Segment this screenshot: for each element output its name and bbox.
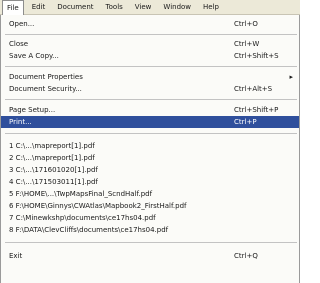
menu-separator: [5, 34, 297, 35]
document-security-label: Document Security...: [9, 85, 82, 93]
save-copy-label: Save A Copy...: [9, 52, 59, 60]
close-label: Close: [9, 40, 29, 48]
page-setup-menu-item[interactable]: Page Setup... Ctrl+Shift+P: [1, 104, 299, 116]
recent-file-item[interactable]: 7 C:\Minewkshp\documents\ce17hs04.pdf: [1, 212, 299, 224]
page-setup-label: Page Setup...: [9, 106, 56, 114]
document-security-menu-item[interactable]: Document Security... Ctrl+Alt+S: [1, 83, 299, 95]
recent-file-label: 2 C:\...\mapreport[1].pdf: [9, 154, 95, 162]
print-menu-item[interactable]: Print... Ctrl+P: [1, 116, 299, 128]
recent-file-label: 7 C:\Minewkshp\documents\ce17hs04.pdf: [9, 214, 156, 222]
open-label: Open...: [9, 20, 35, 28]
recent-file-item[interactable]: 6 F:\HOME\Ginnys\CWAtlas\Mapbook2_FirstH…: [1, 200, 299, 212]
document-properties-menu-item[interactable]: Document Properties ▸: [1, 71, 299, 83]
open-menu-item[interactable]: Open... Ctrl+O: [1, 18, 299, 30]
recent-file-label: 3 C:\...\171601020[1].pdf: [9, 166, 98, 174]
exit-shortcut: Ctrl+Q: [234, 252, 258, 260]
recent-file-item[interactable]: 3 C:\...\171601020[1].pdf: [1, 164, 299, 176]
file-menu-dropdown: Open... Ctrl+O Close Ctrl+W Save A Copy.…: [0, 15, 300, 283]
recent-file-item[interactable]: 1 C:\...\mapreport[1].pdf: [1, 140, 299, 152]
document-security-shortcut: Ctrl+Alt+S: [234, 85, 273, 93]
menu-view[interactable]: View: [131, 0, 156, 14]
recent-file-label: 8 F:\DATA\ClevCliffs\documents\ce17hs04.…: [9, 226, 169, 234]
menu-help[interactable]: Help: [199, 0, 223, 14]
print-label: Print...: [9, 118, 32, 126]
close-shortcut: Ctrl+W: [234, 40, 260, 48]
menu-tools[interactable]: Tools: [102, 0, 127, 14]
exit-label: Exit: [9, 252, 23, 260]
open-shortcut: Ctrl+O: [234, 20, 258, 28]
menu-edit[interactable]: Edit: [28, 0, 50, 14]
recent-file-item[interactable]: 5 F:\HOME\...\TwpMapsFinal_ScndHalf.pdf: [1, 188, 299, 200]
page-setup-shortcut: Ctrl+Shift+P: [234, 106, 279, 114]
recent-file-label: 6 F:\HOME\Ginnys\CWAtlas\Mapbook2_FirstH…: [9, 202, 187, 210]
menu-window[interactable]: Window: [159, 0, 195, 14]
recent-file-item[interactable]: 4 C:\...\171503011[1].pdf: [1, 176, 299, 188]
recent-file-item[interactable]: 8 F:\DATA\ClevCliffs\documents\ce17hs04.…: [1, 224, 299, 236]
recent-file-label: 4 C:\...\171503011[1].pdf: [9, 178, 98, 186]
recent-file-label: 5 F:\HOME\...\TwpMapsFinal_ScndHalf.pdf: [9, 190, 153, 198]
exit-menu-item[interactable]: Exit Ctrl+Q: [1, 250, 299, 262]
submenu-arrow-icon: ▸: [289, 73, 293, 81]
menu-file[interactable]: File: [2, 0, 24, 15]
menu-separator: [5, 99, 297, 100]
menu-separator: [5, 242, 297, 243]
menu-separator: [5, 133, 297, 134]
save-copy-menu-item[interactable]: Save A Copy... Ctrl+Shift+S: [1, 50, 299, 62]
recent-file-item[interactable]: 2 C:\...\mapreport[1].pdf: [1, 152, 299, 164]
print-shortcut: Ctrl+P: [234, 118, 257, 126]
menu-bar: File Edit Document Tools View Window Hel…: [0, 0, 300, 15]
menu-document[interactable]: Document: [53, 0, 97, 14]
menu-separator: [5, 66, 297, 67]
recent-file-label: 1 C:\...\mapreport[1].pdf: [9, 142, 95, 150]
save-copy-shortcut: Ctrl+Shift+S: [234, 52, 279, 60]
close-menu-item[interactable]: Close Ctrl+W: [1, 38, 299, 50]
document-properties-label: Document Properties: [9, 73, 83, 81]
